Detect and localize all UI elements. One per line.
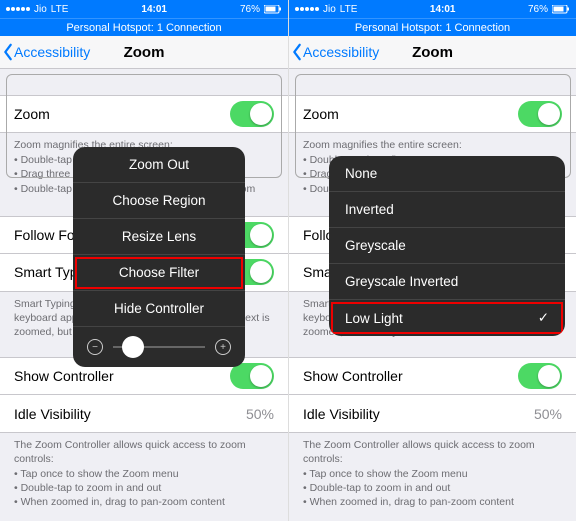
battery-label: 76% bbox=[240, 4, 260, 15]
carrier-label: Jio bbox=[34, 4, 47, 15]
filter-greyscale[interactable]: Greyscale bbox=[329, 228, 565, 264]
menu-choose-region[interactable]: Choose Region bbox=[73, 183, 245, 219]
menu-hide-controller[interactable]: Hide Controller bbox=[73, 291, 245, 327]
show-controller-cell: Show Controller bbox=[289, 357, 576, 395]
page-title: Zoom bbox=[412, 44, 453, 61]
zoom-level-slider[interactable] bbox=[113, 346, 205, 348]
filter-inverted[interactable]: Inverted bbox=[329, 192, 565, 228]
idle-visibility-value: 50% bbox=[246, 406, 274, 422]
zoom-toggle[interactable] bbox=[230, 101, 274, 127]
zoom-cell: Zoom bbox=[289, 95, 576, 133]
zoom-level-slider-row: − + bbox=[73, 327, 245, 367]
status-bar: Jio LTE 14:01 76% bbox=[289, 0, 576, 18]
hotspot-bar[interactable]: Personal Hotspot: 1 Connection bbox=[289, 18, 576, 36]
filter-low-light[interactable]: Low Light ✓ bbox=[329, 300, 565, 336]
show-controller-label: Show Controller bbox=[14, 368, 114, 384]
show-controller-toggle[interactable] bbox=[230, 363, 274, 389]
network-label: LTE bbox=[51, 4, 69, 15]
page-title: Zoom bbox=[124, 44, 165, 61]
zoom-cell: Zoom bbox=[0, 95, 288, 133]
filter-greyscale-inverted[interactable]: Greyscale Inverted bbox=[329, 264, 565, 300]
back-button[interactable]: Accessibility bbox=[289, 43, 379, 61]
controller-desc: The Zoom Controller allows quick access … bbox=[0, 433, 288, 509]
nav-bar: Accessibility Zoom bbox=[289, 36, 576, 69]
show-controller-toggle[interactable] bbox=[518, 363, 562, 389]
right-screenshot: Jio LTE 14:01 76% Personal Hotspot: 1 Co… bbox=[288, 0, 576, 521]
back-label: Accessibility bbox=[303, 44, 379, 60]
idle-visibility-label: Idle Visibility bbox=[303, 406, 380, 422]
zoom-out-icon: − bbox=[87, 339, 103, 355]
left-screenshot: Jio LTE 14:01 76% Personal Hotspot: 1 Co… bbox=[0, 0, 288, 521]
zoom-controller-menu: Zoom Out Choose Region Resize Lens Choos… bbox=[73, 147, 245, 367]
status-time: 14:01 bbox=[141, 4, 167, 15]
menu-choose-filter[interactable]: Choose Filter bbox=[73, 255, 245, 291]
battery-icon bbox=[264, 5, 282, 14]
menu-zoom-out[interactable]: Zoom Out bbox=[73, 147, 245, 183]
zoom-label: Zoom bbox=[14, 106, 50, 122]
chevron-left-icon bbox=[2, 43, 14, 61]
hotspot-bar[interactable]: Personal Hotspot: 1 Connection bbox=[0, 18, 288, 36]
zoom-toggle[interactable] bbox=[518, 101, 562, 127]
controller-desc: The Zoom Controller allows quick access … bbox=[289, 433, 576, 509]
signal-dots-icon bbox=[6, 7, 30, 11]
zoom-label: Zoom bbox=[303, 106, 339, 122]
nav-bar: Accessibility Zoom bbox=[0, 36, 288, 69]
network-label: LTE bbox=[340, 4, 358, 15]
signal-dots-icon bbox=[295, 7, 319, 11]
battery-label: 76% bbox=[528, 4, 548, 15]
status-bar: Jio LTE 14:01 76% bbox=[0, 0, 288, 18]
checkmark-icon: ✓ bbox=[538, 310, 549, 326]
filter-none[interactable]: None bbox=[329, 156, 565, 192]
idle-visibility-value: 50% bbox=[534, 406, 562, 422]
battery-icon bbox=[552, 5, 570, 14]
show-controller-label: Show Controller bbox=[303, 368, 403, 384]
chevron-left-icon bbox=[291, 43, 303, 61]
status-time: 14:01 bbox=[430, 4, 456, 15]
zoom-in-icon: + bbox=[215, 339, 231, 355]
back-label: Accessibility bbox=[14, 44, 90, 60]
carrier-label: Jio bbox=[323, 4, 336, 15]
idle-visibility-label: Idle Visibility bbox=[14, 406, 91, 422]
idle-visibility-cell[interactable]: Idle Visibility 50% bbox=[0, 395, 288, 433]
back-button[interactable]: Accessibility bbox=[0, 43, 90, 61]
slider-knob-icon bbox=[122, 336, 144, 358]
filter-menu: None Inverted Greyscale Greyscale Invert… bbox=[329, 156, 565, 336]
menu-resize-lens[interactable]: Resize Lens bbox=[73, 219, 245, 255]
idle-visibility-cell[interactable]: Idle Visibility 50% bbox=[289, 395, 576, 433]
